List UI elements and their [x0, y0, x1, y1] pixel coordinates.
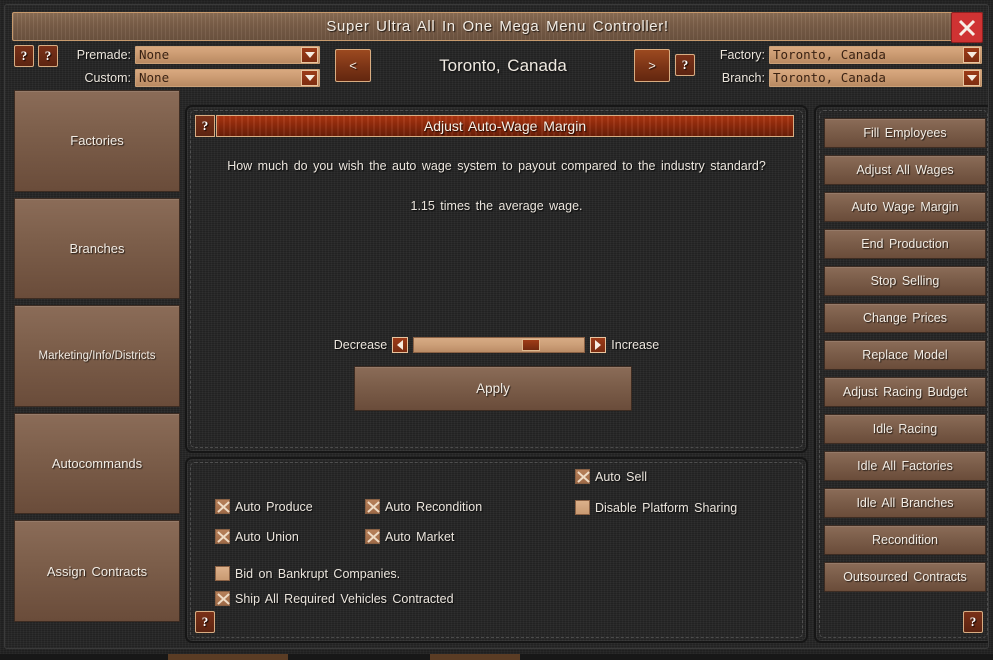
action-fill-employees[interactable]: Fill Employees — [824, 118, 986, 148]
apply-button[interactable]: Apply — [354, 366, 632, 411]
bottom-strip-segment — [430, 654, 520, 660]
window-title: Super Ultra All In One Mega Menu Control… — [13, 13, 982, 40]
branch-label: Branch: — [710, 71, 765, 85]
checkbox-icon[interactable] — [575, 469, 590, 484]
close-button[interactable] — [951, 12, 983, 43]
checkbox-label: Bid on Bankrupt Companies. — [235, 567, 400, 581]
premade-custom-group: Premade: None Custom: None — [63, 46, 328, 87]
premade-value: None — [136, 49, 301, 62]
location-title: Toronto, Canada — [385, 56, 621, 76]
action-replace-model[interactable]: Replace Model — [824, 340, 986, 370]
sidebar-item-factories[interactable]: Factories — [14, 90, 180, 192]
checkbox-label: Auto Recondition — [385, 500, 482, 514]
checkbox-icon[interactable] — [365, 499, 380, 514]
sidebar-item-branches[interactable]: Branches — [14, 198, 180, 300]
checkbox-icon[interactable] — [215, 499, 230, 514]
action-adjust-racing-budget[interactable]: Adjust Racing Budget — [824, 377, 986, 407]
checkbox-icon[interactable] — [215, 591, 230, 606]
prev-location-button[interactable]: < — [335, 49, 371, 82]
premade-label: Premade: — [63, 48, 131, 62]
bottom-strip-segment — [168, 654, 288, 660]
checkbox-bid-on-bankrupt[interactable]: Bid on Bankrupt Companies. — [215, 566, 400, 581]
checkbox-disable-platform-sharing[interactable]: Disable Platform Sharing — [575, 500, 737, 515]
sidebar-item-autocommands[interactable]: Autocommands — [14, 413, 180, 515]
action-idle-all-factories[interactable]: Idle All Factories — [824, 451, 986, 481]
action-recondition[interactable]: Recondition — [824, 525, 986, 555]
factory-dropdown[interactable]: Toronto, Canada — [769, 46, 982, 64]
action-button-list: Fill Employees Adjust All Wages Auto Wag… — [824, 118, 986, 592]
bottom-strip — [0, 654, 993, 660]
actions-help-button[interactable]: ? — [963, 611, 983, 633]
chevron-down-icon[interactable] — [301, 70, 318, 86]
dialog-help-button[interactable]: ? — [195, 115, 215, 137]
custom-dropdown[interactable]: None — [135, 69, 320, 87]
window-titlebar: Super Ultra All In One Mega Menu Control… — [12, 12, 983, 41]
help-buttons-left: ? ? — [14, 45, 58, 67]
dialog-value-text: 1.15 times the average wage. — [187, 199, 806, 213]
slider-increase-button[interactable] — [590, 337, 606, 353]
slider-thumb[interactable] — [522, 339, 540, 351]
chevron-down-icon[interactable] — [963, 70, 980, 86]
factory-label: Factory: — [710, 48, 765, 62]
checkbox-label: Auto Market — [385, 530, 454, 544]
slider-decrease-button[interactable] — [392, 337, 408, 353]
action-change-prices[interactable]: Change Prices — [824, 303, 986, 333]
custom-value: None — [136, 72, 301, 85]
checkbox-label: Auto Sell — [595, 470, 647, 484]
checkbox-icon[interactable] — [575, 500, 590, 515]
action-idle-all-branches[interactable]: Idle All Branches — [824, 488, 986, 518]
checkbox-auto-produce[interactable]: Auto Produce — [215, 499, 313, 514]
sidebar-item-marketing[interactable]: Marketing/Info/Districts — [14, 305, 180, 407]
action-auto-wage-margin[interactable]: Auto Wage Margin — [824, 192, 986, 222]
slider-decrease-label: Decrease — [334, 338, 388, 352]
checkbox-icon[interactable] — [215, 529, 230, 544]
factory-branch-group: Factory: Toronto, Canada Branch: Toronto… — [710, 46, 989, 87]
dialog-title: Adjust Auto-Wage Margin — [424, 118, 586, 134]
help-button-2[interactable]: ? — [38, 45, 58, 67]
dialog-question: How much do you wish the auto wage syste… — [187, 159, 806, 173]
options-help-button[interactable]: ? — [195, 611, 215, 633]
options-panel: Auto Produce Auto Union Auto Recondition… — [185, 457, 808, 643]
dialog-panel: ? Adjust Auto-Wage Margin How much do yo… — [185, 105, 808, 453]
checkbox-label: Disable Platform Sharing — [595, 501, 737, 515]
dialog-header: ? Adjust Auto-Wage Margin — [195, 115, 794, 137]
actions-panel: Fill Employees Adjust All Wages Auto Wag… — [814, 105, 989, 643]
dialog-title-bar: Adjust Auto-Wage Margin — [216, 115, 794, 137]
branch-dropdown[interactable]: Toronto, Canada — [769, 69, 982, 87]
custom-label: Custom: — [63, 71, 131, 85]
help-button-1[interactable]: ? — [14, 45, 34, 67]
close-x-icon — [957, 18, 977, 38]
checkbox-auto-sell[interactable]: Auto Sell — [575, 469, 647, 484]
app-root: Super Ultra All In One Mega Menu Control… — [0, 0, 993, 660]
slider-increase-label: Increase — [611, 338, 659, 352]
action-adjust-all-wages[interactable]: Adjust All Wages — [824, 155, 986, 185]
action-idle-racing[interactable]: Idle Racing — [824, 414, 986, 444]
help-button-3[interactable]: ? — [675, 54, 695, 76]
premade-dropdown[interactable]: None — [135, 46, 320, 64]
chevron-down-icon[interactable] — [963, 47, 980, 63]
action-end-production[interactable]: End Production — [824, 229, 986, 259]
factory-value: Toronto, Canada — [770, 49, 963, 62]
branch-value: Toronto, Canada — [770, 72, 963, 85]
sidebar-item-assign-contracts[interactable]: Assign Contracts — [14, 520, 180, 622]
wage-margin-slider-row: Decrease Increase — [187, 337, 806, 353]
checkbox-icon[interactable] — [365, 529, 380, 544]
left-sidebar: Factories Branches Marketing/Info/Distri… — [14, 90, 180, 622]
checkbox-label: Ship All Required Vehicles Contracted — [235, 592, 454, 606]
checkbox-label: Auto Union — [235, 530, 299, 544]
next-location-button[interactable]: > — [634, 49, 670, 82]
checkbox-icon[interactable] — [215, 566, 230, 581]
wage-margin-slider[interactable] — [413, 337, 585, 353]
main-window: Super Ultra All In One Mega Menu Control… — [4, 4, 989, 649]
checkbox-auto-union[interactable]: Auto Union — [215, 529, 299, 544]
checkbox-label: Auto Produce — [235, 500, 313, 514]
checkbox-ship-all-required[interactable]: Ship All Required Vehicles Contracted — [215, 591, 454, 606]
chevron-down-icon[interactable] — [301, 47, 318, 63]
checkbox-auto-recondition[interactable]: Auto Recondition — [365, 499, 482, 514]
action-stop-selling[interactable]: Stop Selling — [824, 266, 986, 296]
action-outsourced-contracts[interactable]: Outsourced Contracts — [824, 562, 986, 592]
checkbox-auto-market[interactable]: Auto Market — [365, 529, 454, 544]
